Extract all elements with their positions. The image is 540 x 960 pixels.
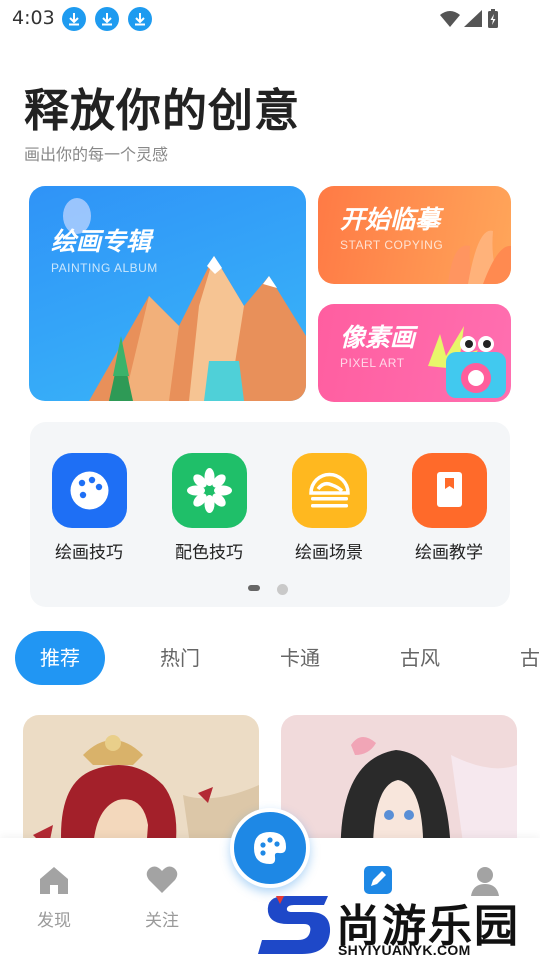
tools-card: 绘画技巧 配色技巧 绘画场景 绘画教学: [30, 422, 510, 607]
start-copying-banner[interactable]: 开始临摹 START COPYING: [318, 186, 511, 284]
page-title: 释放你的创意: [24, 84, 301, 137]
watermark-url: SHYIYUANYK.COM: [338, 942, 471, 958]
page-subtitle: 画出你的每一个灵感: [24, 145, 169, 164]
tool-painting-skills[interactable]: 绘画技巧: [44, 453, 134, 563]
banner-subtitle: PIXEL ART: [340, 356, 405, 370]
sunset-icon: [291, 453, 367, 528]
system-status-icons: [440, 9, 498, 28]
banner-title: 绘画专辑: [51, 227, 152, 256]
banner-subtitle: START COPYING: [340, 238, 444, 252]
tab-recommended[interactable]: 推荐: [15, 631, 105, 685]
tool-painting-teaching[interactable]: 绘画教学: [404, 453, 494, 563]
heart-icon: [146, 866, 178, 893]
tab-cartoon[interactable]: 卡通: [255, 631, 345, 685]
tab-popular[interactable]: 热门: [135, 631, 225, 685]
tool-painting-scenes[interactable]: 绘画场景: [284, 453, 374, 563]
status-time: 4:03: [12, 7, 55, 29]
pixel-art-banner[interactable]: 像素画 PIXEL ART: [318, 304, 511, 402]
nav-discover[interactable]: 发现: [19, 864, 89, 931]
banner-title: 像素画: [340, 323, 416, 352]
flower-icon: [171, 453, 247, 528]
banner-subtitle: PAINTING ALBUM: [51, 261, 158, 275]
tab-partial[interactable]: 古: [510, 631, 540, 685]
status-bar: 4:03: [0, 0, 540, 38]
pager-dot-active: [248, 585, 260, 591]
watermark-logo-icon: [258, 896, 331, 954]
tab-ancient-style[interactable]: 古风: [375, 631, 465, 685]
category-tabs: 推荐 热门 卡通 古风 古: [0, 631, 540, 685]
create-painting-button[interactable]: [230, 808, 310, 888]
banner-title: 开始临摹: [340, 205, 441, 234]
mountain-illustration: [63, 198, 306, 401]
book-icon: [411, 453, 487, 528]
download-icon: [95, 7, 119, 31]
tool-label: 配色技巧: [175, 543, 243, 563]
watermark: 尚游乐园 SHYIYUANYK.COM: [258, 890, 540, 960]
palette-icon: [51, 453, 127, 528]
palette-icon: [254, 832, 286, 864]
nav-follow[interactable]: 关注: [127, 864, 197, 931]
download-icon: [128, 7, 152, 31]
download-icon: [62, 7, 86, 31]
nav-label: 关注: [145, 911, 179, 931]
tool-label: 绘画教学: [415, 543, 483, 563]
tool-color-skills[interactable]: 配色技巧: [164, 453, 254, 563]
pager-dot[interactable]: [277, 584, 288, 595]
nav-label: 发现: [37, 911, 71, 931]
tool-label: 绘画场景: [295, 543, 363, 563]
painting-album-banner[interactable]: 绘画专辑 PAINTING ALBUM: [29, 186, 306, 401]
tool-label: 绘画技巧: [55, 543, 123, 563]
home-icon: [40, 867, 68, 894]
